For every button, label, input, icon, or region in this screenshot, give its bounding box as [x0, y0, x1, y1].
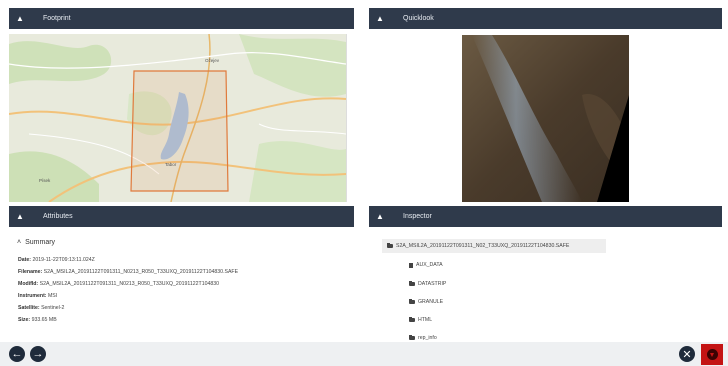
chevron-up-icon[interactable]: ▲	[369, 14, 391, 23]
close-icon: ✕	[682, 348, 692, 361]
attribute-value: MSI	[47, 293, 58, 299]
download-button[interactable]	[701, 344, 723, 365]
attribute-row: Size: 933.65 MB	[18, 314, 354, 326]
attribute-key: Satellite:	[18, 305, 40, 311]
attribute-key: ModifId:	[18, 281, 39, 287]
inspector-panel-header[interactable]: ▲ Inspector	[369, 206, 722, 227]
chevron-up-icon[interactable]: ▲	[9, 14, 31, 23]
attribute-value: Sentinel-2	[41, 305, 65, 311]
summary-label: Summary	[25, 239, 56, 246]
attributes-panel-header[interactable]: ▲ Attributes	[9, 206, 354, 227]
map-label-city-north: Ožejev	[205, 58, 220, 63]
arrow-left-icon: ←	[11, 348, 23, 360]
attribute-value: S2A_MSIL2A_20191122T091311_N0213_R050_T3…	[43, 269, 239, 275]
tree-root-item[interactable]: S2A_MSIL2A_20191122T091311_N02_T33UXQ_20…	[382, 239, 606, 253]
file-icon	[409, 262, 413, 268]
inspector-panel-title: Inspector	[403, 213, 432, 220]
tree-item-label: GRANULE	[418, 299, 444, 305]
map-label-city-sw: Písek	[39, 178, 51, 183]
attribute-row: Instrument: MSI	[18, 290, 354, 302]
folder-icon	[409, 299, 415, 304]
attribute-row: ModifId: S2A_MSIL2A_20191122T091311_N021…	[18, 278, 354, 290]
attribute-value: 2019-11-22T09:13:11.024Z	[32, 257, 95, 263]
attribute-value: S2A_MSIL2A_20191122T091311_N0213_R050_T3…	[39, 281, 220, 287]
footprint-panel-title: Footprint	[43, 15, 71, 22]
back-button[interactable]: ←	[9, 346, 25, 362]
tree-item[interactable]: HTML	[409, 317, 432, 323]
footprint-map[interactable]: Ožejev Tabor Písek	[9, 34, 347, 202]
attributes-panel: ˄ Summary Date: 2019-11-22T09:13:11.024Z…	[9, 231, 354, 341]
tree-root-label: S2A_MSIL2A_20191122T091311_N02_T33UXQ_20…	[396, 243, 570, 249]
folder-icon	[387, 243, 393, 248]
attribute-key: Date:	[18, 257, 31, 263]
chevron-up-icon[interactable]: ▲	[9, 212, 31, 221]
footer-bar: ← → ✕	[0, 342, 728, 366]
folder-icon	[409, 281, 415, 286]
footprint-panel-header[interactable]: ▲ Footprint	[9, 8, 354, 29]
quicklook-panel-header[interactable]: ▲ Quicklook	[369, 8, 722, 29]
attribute-key: Filename:	[18, 269, 43, 275]
attribute-value: 933.65 MB	[31, 317, 57, 323]
download-icon	[706, 349, 718, 360]
attributes-panel-title: Attributes	[43, 213, 73, 220]
attribute-row: Satellite: Sentinel-2	[18, 302, 354, 314]
tree-item[interactable]: AUX_DATA	[409, 262, 443, 268]
inspector-panel: S2A_MSIL2A_20191122T091311_N02_T33UXQ_20…	[369, 231, 722, 341]
tree-item[interactable]: DATASTRIP	[409, 281, 446, 287]
tree-item[interactable]: rep_info	[409, 335, 437, 341]
forward-button[interactable]: →	[30, 346, 46, 362]
quicklook-panel-title: Quicklook	[403, 15, 434, 22]
chevron-up-icon[interactable]: ˄	[17, 239, 21, 246]
map-canvas[interactable]: Ožejev Tabor Písek	[9, 34, 346, 202]
tree-item-label: AUX_DATA	[416, 262, 443, 268]
attribute-row: Date: 2019-11-22T09:13:11.024Z	[18, 254, 354, 266]
tree-item-label: HTML	[418, 317, 433, 323]
folder-icon	[409, 317, 415, 322]
chevron-up-icon[interactable]: ▲	[369, 212, 391, 221]
tree-item[interactable]: GRANULE	[409, 299, 443, 305]
quicklook-image	[462, 35, 629, 202]
attribute-key: Size:	[18, 317, 31, 323]
summary-toggle[interactable]: ˄ Summary	[17, 239, 354, 246]
arrow-right-icon: →	[32, 348, 44, 360]
tree-item-label: rep_info	[418, 335, 437, 341]
tree-item-label: DATASTRIP	[418, 281, 447, 287]
attribute-row: Filename: S2A_MSIL2A_20191122T091311_N02…	[18, 266, 354, 278]
folder-icon	[409, 335, 415, 340]
close-button[interactable]: ✕	[679, 346, 695, 362]
attribute-key: Instrument:	[18, 293, 47, 299]
map-label-city-south: Tabor	[165, 162, 177, 167]
